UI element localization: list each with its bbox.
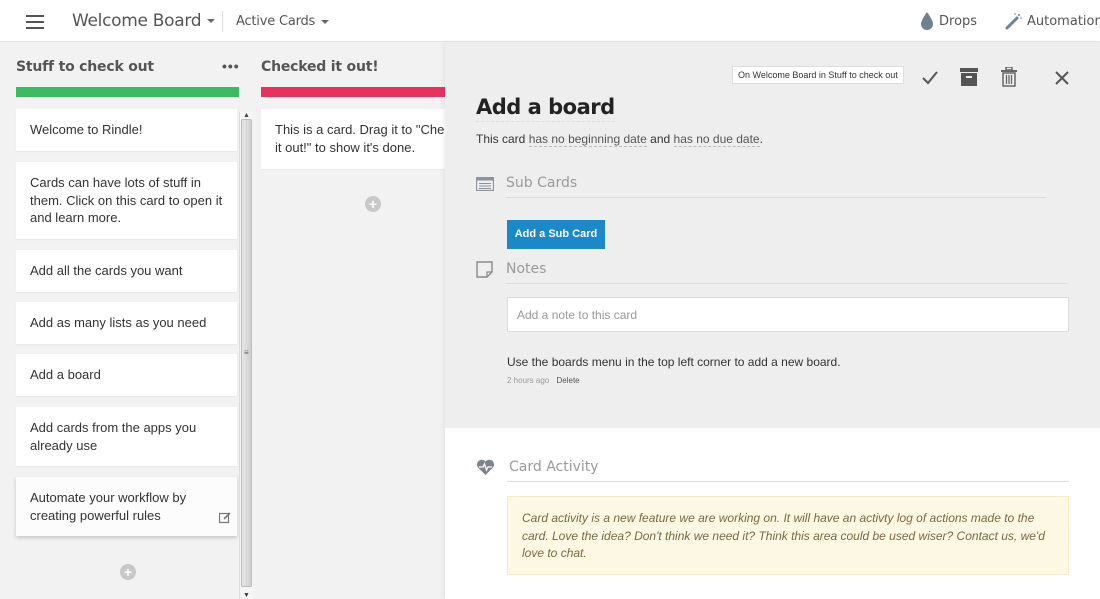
trash-icon[interactable] xyxy=(1001,67,1017,87)
list-card[interactable]: Automate your workflow by creating power… xyxy=(16,477,237,536)
card-text: Add a board xyxy=(30,367,101,382)
card-text: Automate your workflow by creating power… xyxy=(30,490,187,523)
begin-date-link[interactable]: has no beginning date xyxy=(528,132,647,147)
list-card[interactable]: Cards can have lots of stuff in them. Cl… xyxy=(16,162,237,239)
card-location[interactable]: On Welcome Board in Stuff to check out xyxy=(732,66,904,84)
card-text: Cards can have lots of stuff in them. Cl… xyxy=(30,175,223,225)
note-delete-link[interactable]: Delete xyxy=(557,376,580,385)
list-card[interactable]: Welcome to Rindle! xyxy=(16,109,237,151)
note-timestamp: 2 hours ago xyxy=(507,376,550,385)
notes-title: Notes xyxy=(506,261,547,277)
list-title: Checked it out! xyxy=(261,59,379,75)
list-checked-it-out: Checked it out! This is a card. Drag it … xyxy=(245,42,451,599)
card-text: This is a card. Drag it to "Checked it o… xyxy=(275,122,451,155)
dates-prefix: This card xyxy=(476,132,526,146)
automation-label: Automation xyxy=(1027,13,1100,29)
card-detail-panel: On Welcome Board in Stuff to check out A… xyxy=(445,42,1100,599)
top-bar: Welcome Board Active Cards Drops Automat… xyxy=(0,0,1100,42)
card-title[interactable]: Add a board xyxy=(476,95,615,122)
list-color-bar xyxy=(16,87,239,97)
board-title: Welcome Board xyxy=(72,11,202,31)
list-title: Stuff to check out xyxy=(16,59,154,75)
list-card[interactable]: Add all the cards you want xyxy=(16,250,237,292)
dates-joiner: and xyxy=(650,132,671,146)
add-sub-card-button[interactable]: Add a Sub Card xyxy=(507,220,605,249)
view-filter-label: Active Cards xyxy=(236,14,316,29)
note-text: Use the boards menu in the top left corn… xyxy=(507,355,841,369)
dates-suffix: . xyxy=(759,132,763,146)
add-card-icon[interactable]: + xyxy=(120,564,136,580)
card-activity-title: Card Activity xyxy=(509,459,599,475)
subcards-title: Sub Cards xyxy=(506,175,578,191)
check-icon[interactable] xyxy=(921,70,939,86)
card-activity-notice: Card activity is a new feature we are wo… xyxy=(507,496,1069,575)
chevron-down-icon xyxy=(207,19,216,23)
divider xyxy=(222,11,223,32)
list-stuff-to-check-out: Stuff to check out ••• Welcome to Rindle… xyxy=(0,42,255,599)
card-text: Add all the cards you want xyxy=(30,263,183,278)
divider xyxy=(507,481,1069,482)
add-card-icon[interactable]: + xyxy=(365,196,381,212)
chevron-down-icon xyxy=(321,19,330,24)
list-card[interactable]: Add cards from the apps you already use xyxy=(16,407,237,466)
drops-label: Drops xyxy=(939,13,978,29)
drop-icon xyxy=(921,12,933,30)
hamburger-icon[interactable] xyxy=(26,15,44,29)
card-detail-header: On Welcome Board in Stuff to check out A… xyxy=(445,42,1100,428)
close-icon[interactable] xyxy=(1055,71,1069,85)
list-menu-button[interactable]: ••• xyxy=(222,58,240,74)
note-input[interactable] xyxy=(507,297,1069,332)
note-meta: 2 hours ago Delete xyxy=(507,376,580,385)
automation-button[interactable]: Automation xyxy=(1005,12,1100,30)
divider xyxy=(506,283,1068,284)
view-filter-dropdown[interactable]: Active Cards xyxy=(236,14,330,29)
card-dates: This card has no beginning date and has … xyxy=(476,132,763,147)
card-text: Add cards from the apps you already use xyxy=(30,420,197,453)
note-icon xyxy=(476,261,493,278)
divider xyxy=(506,197,1046,198)
list-color-bar xyxy=(261,87,451,97)
drops-button[interactable]: Drops xyxy=(921,12,977,30)
archive-icon[interactable] xyxy=(960,68,978,86)
list-icon xyxy=(476,177,494,191)
list-card[interactable]: This is a card. Drag it to "Checked it o… xyxy=(261,109,451,169)
due-date-link[interactable]: has no due date xyxy=(673,132,760,147)
list-card[interactable]: Add as many lists as you need xyxy=(16,302,237,344)
card-text: Add as many lists as you need xyxy=(30,315,207,330)
heartbeat-icon xyxy=(476,459,495,475)
board-selector[interactable]: Welcome Board xyxy=(72,11,216,31)
card-text: Welcome to Rindle! xyxy=(30,122,143,137)
list-card[interactable]: Add a board xyxy=(16,354,237,396)
edit-icon[interactable] xyxy=(219,512,231,524)
magic-wand-icon xyxy=(1005,13,1022,30)
